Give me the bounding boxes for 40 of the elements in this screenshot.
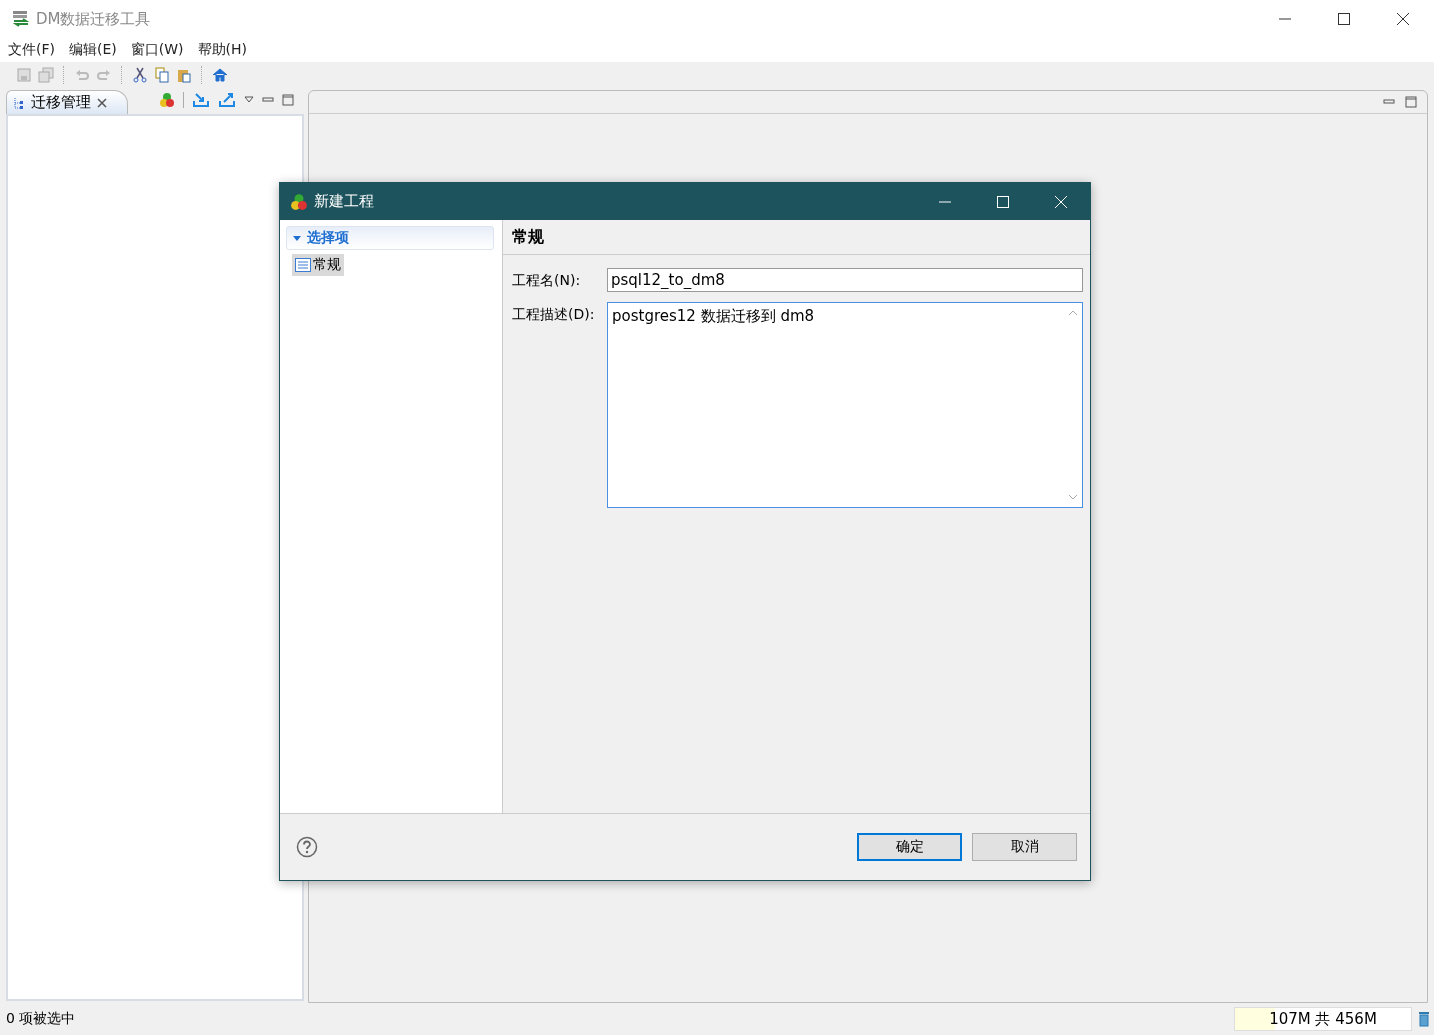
- menu-item[interactable]: 编辑(E): [69, 41, 117, 59]
- tree-item[interactable]: 常规: [292, 254, 344, 276]
- field-label: 工程描述(D):: [512, 305, 596, 324]
- import-icon[interactable]: [192, 92, 210, 108]
- page-title: 常规: [503, 220, 1090, 255]
- menu-item[interactable]: 帮助(H): [197, 41, 247, 59]
- dialog-button[interactable]: 确定: [857, 833, 962, 861]
- text-area[interactable]: postgres12 数据迁移到 dm8: [607, 302, 1083, 508]
- minimize-icon[interactable]: [1383, 97, 1395, 107]
- dropdown-icon[interactable]: [244, 96, 254, 104]
- dialog-title: 新建工程: [314, 192, 374, 211]
- scroll-up-icon[interactable]: [1068, 309, 1078, 317]
- caret-icon: [293, 234, 301, 242]
- scroll-down-icon[interactable]: [1068, 493, 1078, 501]
- view-tab[interactable]: 迁移管理: [6, 90, 128, 114]
- colored-balls-icon[interactable]: [159, 92, 175, 108]
- home-icon[interactable]: [212, 67, 228, 83]
- input-field[interactable]: psql12_to_dm8: [607, 268, 1083, 292]
- maximize-icon[interactable]: [1337, 12, 1351, 26]
- app-logo-icon: [12, 10, 30, 28]
- cut-icon[interactable]: [132, 67, 148, 83]
- copy-icon[interactable]: [154, 67, 170, 83]
- status-text: 0 项被选中: [6, 1010, 76, 1028]
- menu-item[interactable]: 窗口(W): [130, 41, 184, 59]
- memory-reading: 107M 共 456M: [1269, 1009, 1377, 1029]
- page-icon: [295, 258, 311, 272]
- field-label: 工程名(N):: [512, 271, 582, 290]
- close-icon[interactable]: [1396, 12, 1410, 26]
- dialog-button[interactable]: 取消: [972, 833, 1077, 861]
- colored-balls-icon: [290, 192, 308, 211]
- export-icon[interactable]: [218, 92, 236, 108]
- paste-icon[interactable]: [176, 67, 192, 83]
- minimize-icon[interactable]: [262, 95, 274, 105]
- close-icon[interactable]: [97, 97, 107, 108]
- help-icon[interactable]: [296, 836, 318, 858]
- window-title: DM数据迁移工具: [36, 9, 151, 29]
- tree-icon: [13, 95, 25, 110]
- tree-header[interactable]: 选择项: [286, 226, 494, 250]
- trash-icon[interactable]: [1418, 1011, 1430, 1027]
- menu-item[interactable]: 文件(F): [8, 41, 55, 59]
